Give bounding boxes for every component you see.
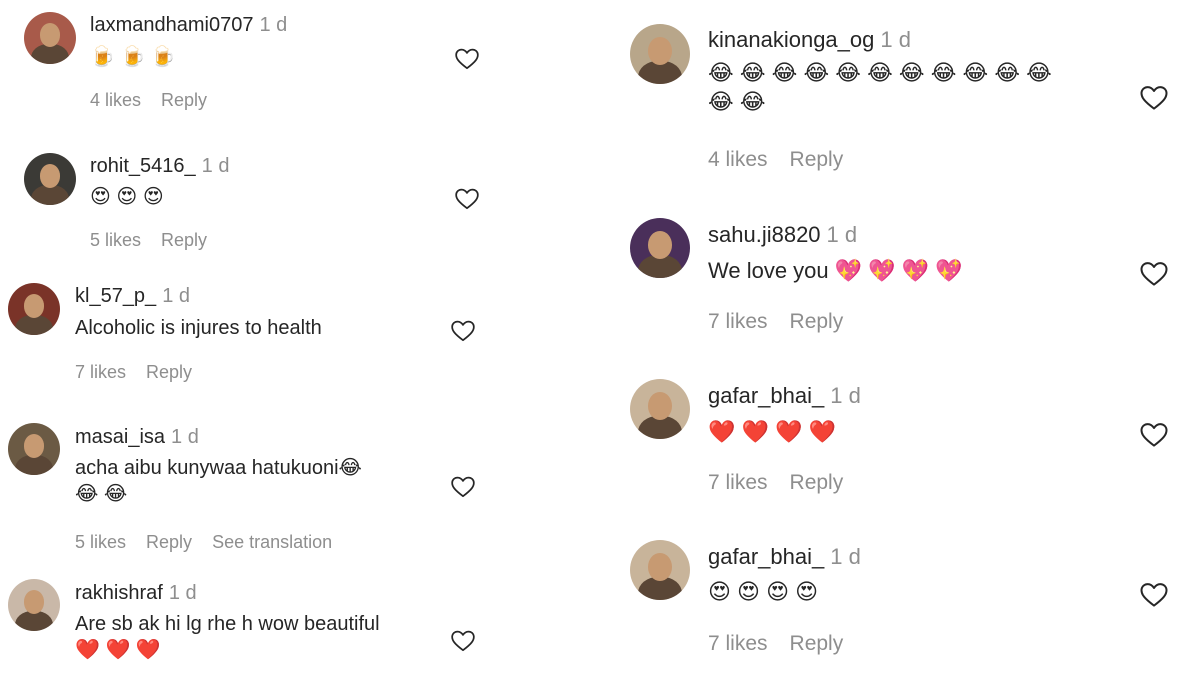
comment-time: 1 d (171, 426, 199, 448)
reply-button[interactable]: Reply (790, 471, 844, 494)
comment-time: 1 d (830, 544, 861, 569)
likes-count[interactable]: 4 likes (708, 148, 768, 171)
heart-outline-icon[interactable] (1139, 580, 1169, 610)
avatar[interactable] (630, 379, 690, 439)
comment-username[interactable]: laxmandhami0707 (90, 14, 253, 36)
heart-outline-icon[interactable] (454, 46, 480, 72)
comment-text: 🍺 🍺 🍺 (90, 44, 176, 70)
comment-username[interactable]: sahu.ji8820 (708, 222, 821, 247)
avatar[interactable] (630, 24, 690, 84)
comment-text-line: 😍 😍 😍 😍 (708, 579, 819, 604)
likes-count[interactable]: 5 likes (75, 532, 126, 552)
comment-time: 1 d (830, 383, 861, 408)
comment-text-line: We love you 💖 💖 💖 💖 (708, 258, 963, 283)
comment-text-line: ❤️ ❤️ ❤️ (75, 639, 161, 662)
heart-outline-icon[interactable] (450, 474, 476, 500)
comment-text-line: Alcoholic is injures to health (75, 317, 322, 339)
comment-text: 😍 😍 😍 (90, 184, 164, 210)
likes-count[interactable]: 7 likes (708, 471, 768, 494)
avatar[interactable] (8, 423, 60, 475)
comments-column-right: kinanakionga_og 1 d 😂 😂 😂 😂 😂 😂 😂 😂 😂 😂 😂… (600, 0, 1200, 675)
likes-count[interactable]: 7 likes (708, 632, 768, 655)
comments-column-left: laxmandhami0707 1 d 🍺 🍺 🍺 4 likes Reply ro… (0, 0, 600, 675)
comment-username[interactable]: gafar_bhai_ (708, 383, 824, 408)
reply-button[interactable]: Reply (146, 362, 192, 382)
avatar[interactable] (24, 12, 76, 64)
comment-text-line: 😂 😂 (708, 89, 766, 115)
comment-text: Are sb ak hi lg rhe h wow beautiful ❤️ ❤… (75, 611, 380, 664)
comment-time: 1 d (880, 27, 911, 52)
likes-count[interactable]: 5 likes (90, 230, 141, 250)
likes-count[interactable]: 7 likes (75, 362, 126, 382)
heart-outline-icon[interactable] (1139, 420, 1169, 450)
likes-count[interactable]: 4 likes (90, 90, 141, 110)
comment-username[interactable]: kl_57_p_ (75, 285, 156, 307)
comment-text-line: 😂 😂 (75, 483, 128, 506)
heart-outline-icon[interactable] (1139, 83, 1169, 113)
reply-button[interactable]: Reply (161, 230, 207, 250)
comment-time: 1 d (201, 155, 230, 177)
comment-text-line: acha aibu kunywaa hatukuoni😂 (75, 457, 362, 479)
reply-button[interactable]: Reply (790, 310, 844, 333)
comment-username[interactable]: rakhishraf (75, 582, 163, 604)
heart-outline-icon[interactable] (1139, 259, 1169, 289)
comment-text: 😂 😂 😂 😂 😂 😂 😂 😂 😂 😂 😂 😂 😂 (708, 58, 1052, 116)
comment-username[interactable]: kinanakionga_og (708, 27, 874, 52)
comment-text: 😍 😍 😍 😍 (708, 577, 818, 606)
comment-text: We love you 💖 💖 💖 💖 (708, 256, 963, 285)
comment-text-line: Are sb ak hi lg rhe h wow beautiful (75, 613, 380, 635)
comment-username[interactable]: gafar_bhai_ (708, 544, 824, 569)
comment-text-line: 🍺 🍺 🍺 (90, 46, 176, 68)
comment-text-line: 😍 😍 😍 (90, 186, 164, 208)
reply-button[interactable]: Reply (146, 532, 192, 552)
avatar[interactable] (630, 540, 690, 600)
comment-text: acha aibu kunywaa hatukuoni😂 😂 😂 (75, 455, 362, 508)
comment-time: 1 d (826, 222, 858, 247)
comment-username[interactable]: masai_isa (75, 426, 165, 448)
heart-outline-icon[interactable] (450, 628, 476, 654)
comment-time: 1 d (168, 582, 197, 604)
reply-button[interactable]: Reply (161, 90, 207, 110)
comment-username[interactable]: rohit_5416_ (90, 155, 196, 177)
comment-text-line: ❤️ ❤️ ❤️ ❤️ (708, 419, 836, 444)
see-translation-link[interactable]: See translation (212, 532, 332, 552)
comment-time: 1 d (162, 285, 190, 307)
avatar[interactable] (8, 579, 60, 631)
likes-count[interactable]: 7 likes (708, 310, 768, 333)
comment-text: ❤️ ❤️ ❤️ ❤️ (708, 417, 836, 446)
comment-text: Alcoholic is injures to health (75, 315, 322, 341)
comment-time: 1 d (259, 14, 288, 36)
heart-outline-icon[interactable] (450, 318, 476, 344)
avatar[interactable] (630, 218, 690, 278)
avatar[interactable] (8, 283, 60, 335)
heart-outline-icon[interactable] (454, 186, 480, 212)
comment-text-line: 😂 😂 😂 😂 😂 😂 😂 😂 😂 😂 😂 (708, 60, 1052, 85)
reply-button[interactable]: Reply (790, 148, 844, 171)
avatar[interactable] (24, 153, 76, 205)
reply-button[interactable]: Reply (790, 632, 844, 655)
